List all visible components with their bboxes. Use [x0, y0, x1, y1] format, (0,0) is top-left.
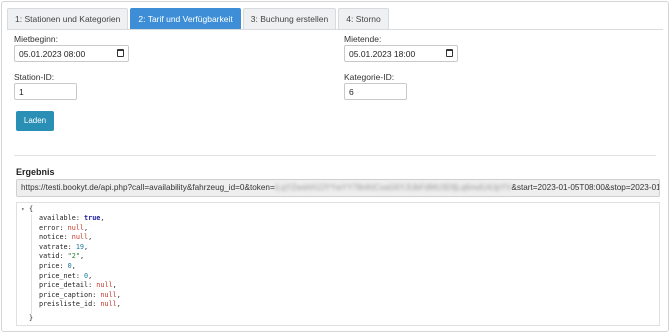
json-viewer: ▾ { available: true, error: null, notice: … [16, 202, 660, 326]
json-entry: price_net: 0, [39, 271, 93, 280]
result-url-field[interactable]: https://testi.bookyt.de/api.php?call=ava… [16, 179, 660, 197]
mietbeginn-field[interactable]: 05.01.2023 08:00 [14, 45, 129, 62]
json-key: available [39, 214, 76, 222]
tab-divider [7, 29, 663, 30]
json-value: 19 [75, 242, 85, 251]
app-frame: 1: Stationen und Kategorien 2: Tarif und… [1, 1, 669, 332]
json-value: null [96, 281, 113, 290]
mietende-value: 05.01.2023 18:00 [349, 49, 416, 59]
json-key: price_caption [39, 290, 93, 299]
collapse-toggle-icon[interactable]: ▾ [21, 206, 25, 213]
station-id-label: Station-ID: [14, 72, 55, 82]
tab-storno[interactable]: 4: Storno [338, 8, 389, 29]
json-key: price [39, 261, 60, 270]
json-key: error [39, 223, 60, 232]
json-key: price_net [39, 271, 76, 280]
json-key: vatid [39, 252, 60, 261]
tab-bar: 1: Stationen und Kategorien 2: Tarif und… [7, 8, 391, 29]
mietende-field[interactable]: 05.01.2023 18:00 [344, 45, 458, 62]
json-close-brace: } [29, 314, 34, 322]
json-value: null [67, 223, 85, 232]
json-key: vatrate [39, 242, 68, 251]
url-token-blurred: iLqYZwshHJJYYwYY78nKtCxaG6YJUbFdMU3DfjLq… [274, 183, 512, 192]
json-entry: notice: null, [39, 233, 93, 242]
json-key: price_detail [39, 281, 89, 290]
station-id-input[interactable]: 1 [14, 83, 77, 100]
kategorie-id-input[interactable]: 6 [344, 83, 407, 100]
result-title: Ergebnis [16, 167, 55, 177]
tab-stationen-kategorien[interactable]: 1: Stationen und Kategorien [7, 8, 129, 29]
json-value: true [84, 214, 101, 222]
url-prefix: https://testi.bookyt.de/api.php?call=ava… [21, 183, 275, 192]
json-entry: vatrate: 19, [39, 242, 89, 251]
kategorie-id-label: Kategorie-ID: [344, 72, 395, 82]
section-divider [14, 155, 656, 156]
mietbeginn-value: 05.01.2023 08:00 [19, 49, 86, 59]
json-open-brace: { [29, 205, 34, 213]
calendar-icon[interactable] [117, 49, 124, 57]
tab-buchung-erstellen[interactable]: 3: Buchung erstellen [242, 8, 337, 29]
json-entry: price_caption: null, [39, 290, 121, 299]
tab-tarif-verfuegbarkeit[interactable]: 2: Tarif und Verfügbarkeit [130, 8, 241, 29]
json-key: notice [39, 233, 64, 242]
url-suffix: &start=2023-01-05T08:00&stop=2023-01-05T… [511, 183, 659, 192]
json-indent-guide [31, 214, 32, 314]
json-entry: error: null, [39, 223, 89, 232]
json-key: preisliste_id [39, 300, 93, 309]
json-entry: preisliste_id: null, [39, 300, 121, 309]
json-entry: vatid: "2", [39, 252, 85, 261]
json-entries: available: true, error: null, notice: null… [39, 214, 121, 310]
json-value: null [71, 233, 89, 242]
calendar-icon[interactable] [446, 49, 453, 57]
mietbeginn-label: Mietbeginn: [14, 34, 58, 44]
json-entry: available: true, [39, 214, 105, 222]
json-value: "2" [67, 252, 80, 261]
json-value: null [100, 290, 117, 299]
json-value: null [100, 300, 117, 309]
mietende-label: Mietende: [344, 34, 382, 44]
laden-button[interactable]: Laden [16, 111, 54, 131]
json-entry: price: 0, [39, 261, 76, 270]
json-entry: price_detail: null, [39, 281, 117, 290]
